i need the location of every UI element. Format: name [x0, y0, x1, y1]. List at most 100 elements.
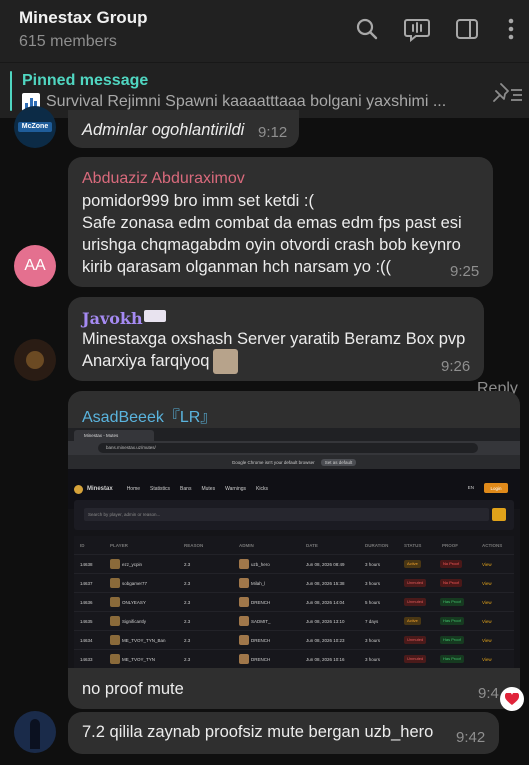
view-link: View [482, 562, 492, 567]
proof-badge: No Proof [440, 579, 462, 587]
cell-date: Jun 08, 2026 10:16 [306, 657, 345, 662]
player-head-icon [110, 578, 120, 588]
url-text: bans.minestax.uz/mutes/ [98, 443, 478, 453]
cell-date: Jun 08, 2026 15:38 [306, 581, 345, 586]
nav-link: Bans [180, 486, 192, 492]
sender-badge-icon [144, 310, 166, 322]
sender-name[interactable]: Javokh [82, 309, 143, 328]
message-line: urishga chqmagabdm oyin otvordi crash bo… [82, 236, 461, 254]
cell-duration: 7 days [365, 619, 379, 624]
more-menu-icon[interactable] [496, 14, 526, 44]
view-link: View [482, 619, 492, 624]
avatar-aa[interactable]: AA [14, 245, 56, 287]
site-search-button [492, 508, 506, 521]
login-button: Login [484, 483, 508, 493]
site-brand: Minestax [87, 486, 113, 492]
message-bubble[interactable]: 7.2 qilila zaynab proofsiz mute bergan u… [68, 712, 499, 754]
admin-head-icon [239, 654, 249, 664]
message-time: 9:12 [258, 124, 288, 141]
search-icon[interactable] [352, 14, 382, 44]
status-badge: Active [404, 617, 421, 625]
message-line: Minestaxga oxshash Server yaratib Beramz… [82, 330, 466, 348]
table-row: 14637 sobgamer77 2.3 Milah_l Jun 08, 2026 15… [74, 574, 514, 593]
col-header: ADMIN [239, 543, 254, 548]
chrome-notice: Google Chrome isn't your default browser… [68, 455, 520, 469]
table-row: 14633 ME_TVOY_TYN 2.3 DRENCH Jun 08, 2026 10… [74, 650, 514, 668]
browser-tabbar: Minestax - Mutes [68, 428, 520, 441]
col-header: STATUS [404, 543, 422, 548]
col-header: REASON [184, 543, 204, 548]
player-head-icon [110, 654, 120, 664]
message-bubble[interactable]: Javokh Minestaxga oxshash Server yaratib… [68, 297, 484, 381]
site-logo-icon [74, 484, 83, 494]
cell-id: 14636 [80, 600, 93, 605]
message-bubble[interactable]: Adminlar ogohlantirildi 9:12 [68, 110, 299, 148]
cell-player: ME_TVOY_TYN [122, 657, 156, 662]
site-search-input: Search by player, admin or reason... [84, 508, 489, 521]
cell-reason: 2.3 [184, 581, 191, 586]
cell-player: ONLYEASY [122, 600, 146, 605]
table-row: 14634 ME_TVOY_TYN_Ban 2.3 DRENCH Jun 08, 202… [74, 631, 514, 650]
message-line: Safe zonasa edm combat da emas edm fps p… [82, 214, 462, 232]
admin-head-icon [239, 616, 249, 626]
message-line: pomidor999 bro imm set ketdi :( [82, 192, 315, 210]
proof-badge: Has Proof [440, 617, 464, 625]
cell-reason: 2.3 [184, 657, 191, 662]
col-header: ID [80, 543, 85, 548]
avatar-mczone[interactable]: McZone [14, 106, 56, 148]
message-bubble[interactable]: Abduaziz Abduraximov pomidor999 bro imm … [68, 157, 493, 287]
sidebar-toggle-icon[interactable] [452, 14, 482, 44]
group-title[interactable]: Minestax Group [19, 8, 147, 28]
message-caption: no proof mute [82, 680, 184, 698]
attached-screenshot[interactable]: Minestax - Mutes bans.minestax.uz/mutes/… [68, 428, 520, 668]
table-row: 14636 ONLYEASY 2.3 DRENCH Jun 08, 2026 14:04… [74, 593, 514, 612]
cell-reason: 2.3 [184, 600, 191, 605]
status-badge: Active [404, 560, 421, 568]
cell-id: 14633 [80, 657, 93, 662]
proof-badge: Has Proof [440, 655, 464, 663]
voice-chat-icon[interactable] [402, 14, 432, 44]
cell-admin: Milah_l [251, 581, 266, 586]
pinned-preview[interactable]: Survival Rejimni Spawni kaaaatttaaa bolg… [22, 93, 472, 111]
table-row: 14635 Significantly 2.3 SADMIT_ Jun 08, 2026… [74, 612, 514, 631]
mutes-table: ID PLAYER REASON ADMIN DATE DURATION STA… [74, 536, 514, 668]
proof-badge: Has Proof [440, 636, 464, 644]
message-time: 9:42 [456, 729, 486, 746]
sender-name[interactable]: Abduaziz Abduraximov [82, 170, 245, 188]
cell-reason: 2.3 [184, 638, 191, 643]
heart-reaction-icon[interactable] [500, 687, 524, 711]
player-head-icon [110, 635, 120, 645]
proof-badge: No Proof [440, 560, 462, 568]
cell-date: Jun 08, 2026 13:10 [306, 619, 345, 624]
status-badge: Unmuted [404, 579, 427, 587]
proof-badge: Has Proof [440, 598, 464, 606]
admin-head-icon [239, 578, 249, 588]
view-link: View [482, 600, 492, 605]
avatar-last[interactable] [14, 711, 56, 753]
cell-player: sobgamer77 [122, 581, 148, 586]
message-text: 7.2 qilila zaynab proofsiz mute bergan u… [82, 723, 434, 741]
chat-header[interactable]: Minestax Group 615 members [0, 0, 529, 62]
admin-head-icon [239, 635, 249, 645]
player-head-icon [110, 597, 120, 607]
browser-tab: Minestax - Mutes [74, 430, 154, 441]
cell-player: ezz_ycpin [122, 562, 143, 567]
cell-duration: 5 hours [365, 600, 381, 605]
browser-urlbar: bans.minestax.uz/mutes/ [68, 441, 520, 455]
cell-admin: DRENCH [251, 638, 271, 643]
admin-head-icon [239, 559, 249, 569]
cell-player: Significantly [122, 619, 147, 624]
sender-name[interactable]: AsadBeeek『LR』 [82, 403, 216, 427]
cell-date: Jun 08, 2026 14:04 [306, 600, 345, 605]
pinned-list-icon[interactable] [491, 81, 523, 105]
avatar-javokh[interactable] [14, 339, 56, 381]
notice-button: Set as default [320, 458, 357, 466]
status-badge: Unmuted [404, 655, 427, 663]
cell-admin: SADMIT_ [251, 619, 271, 624]
message-line: Anarxiya farqiyoq [82, 352, 210, 370]
pinned-text: Survival Rejimni Spawni kaaaatttaaa bolg… [46, 93, 447, 110]
message-time: 9:25 [450, 263, 480, 280]
cell-admin: DRENCH [251, 600, 271, 605]
member-count: 615 members [19, 33, 117, 50]
cell-id: 14638 [80, 562, 93, 567]
